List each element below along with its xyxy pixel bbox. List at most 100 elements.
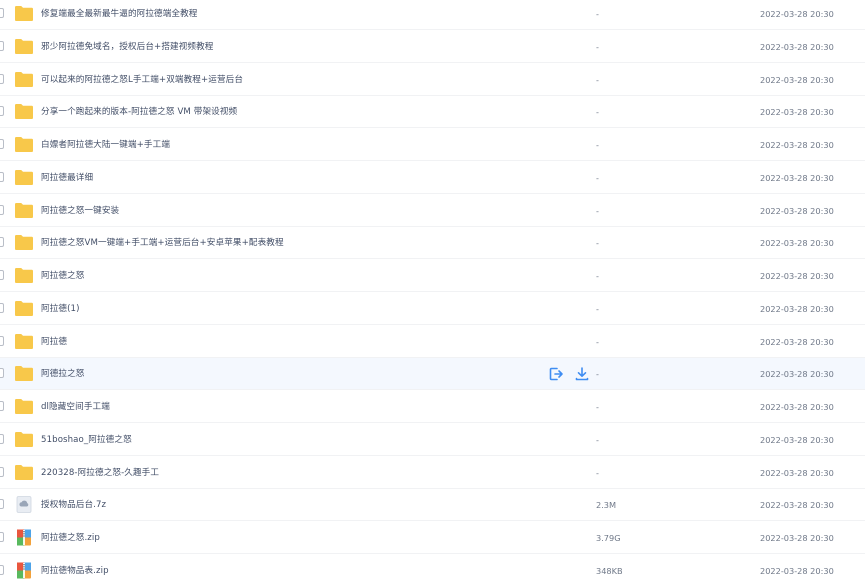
file-name[interactable]: 阿拉德(1) xyxy=(41,293,80,325)
folder-row[interactable]: 可以起来的阿拉德之怒L手工端+双端教程+运营后台 - 2022-03-28 20:3… xyxy=(0,64,865,96)
zip-archive-icon xyxy=(14,529,34,546)
row-actions xyxy=(548,366,590,382)
modified-date: 2022-03-28 20:30 xyxy=(760,533,834,543)
folder-row[interactable]: 阿德拉之怒 - 2022-03-28 20:30 xyxy=(0,358,865,391)
modified-date: 2022-03-28 20:30 xyxy=(760,41,834,52)
file-name[interactable]: 白嫖者阿拉德大陆一键端+手工端 xyxy=(41,129,170,161)
folder-icon xyxy=(14,365,34,382)
folder-row[interactable]: 修复端最全最新最牛逼的阿拉德端全教程 - 2022-03-28 20:30 xyxy=(0,0,865,30)
file-size: - xyxy=(596,140,599,150)
file-size: 2.3M xyxy=(596,500,617,511)
file-size: - xyxy=(596,9,599,19)
file-size: - xyxy=(596,74,599,85)
row-checkbox[interactable] xyxy=(0,433,4,444)
row-checkbox[interactable] xyxy=(0,171,4,182)
file-size: - xyxy=(596,41,599,52)
folder-icon xyxy=(14,333,34,350)
row-checkbox[interactable] xyxy=(0,237,4,248)
folder-icon xyxy=(14,202,34,219)
folder-row[interactable]: 阿拉德之怒VM一键端+手工端+运营后台+安卓苹果+配表教程 - 2022-03-28… xyxy=(0,227,865,260)
modified-date: 2022-03-28 20:30 xyxy=(760,172,834,183)
file-name[interactable]: 修复端最全最新最牛逼的阿拉德端全教程 xyxy=(41,0,198,30)
row-checkbox[interactable] xyxy=(0,40,4,51)
folder-row[interactable]: 邪少阿拉德免域名，授权后台+搭建视频教程 - 2022-03-28 20:30 xyxy=(0,31,865,63)
folder-row[interactable]: 阿拉德之怒一键安装 - 2022-03-28 20:30 xyxy=(0,195,865,227)
folder-icon xyxy=(14,38,34,55)
file-name[interactable]: 220328-阿拉德之怒-久趣手工 xyxy=(41,457,159,489)
7z-archive-icon xyxy=(14,496,34,514)
modified-date: 2022-03-28 20:30 xyxy=(760,271,834,281)
file-size: - xyxy=(596,238,599,249)
row-checkbox[interactable] xyxy=(0,466,4,477)
file-name[interactable]: 阿拉德 xyxy=(41,326,67,358)
file-name[interactable]: 阿拉德之怒VM一键端+手工端+运营后台+安卓苹果+配表教程 xyxy=(41,227,284,259)
folder-icon xyxy=(14,71,34,88)
file-row[interactable]: 阿拉德物品表.zip 348KB 2022-03-28 20:30 xyxy=(0,555,865,579)
modified-date: 2022-03-28 20:30 xyxy=(760,238,834,249)
file-size: - xyxy=(596,205,599,216)
download-icon[interactable] xyxy=(574,366,590,382)
folder-icon xyxy=(14,5,34,22)
file-name[interactable]: dl隐藏空间手工端 xyxy=(41,391,110,423)
folder-row[interactable]: 220328-阿拉德之怒-久趣手工 - 2022-03-28 20:30 xyxy=(0,457,865,489)
file-name[interactable]: 邪少阿拉德免域名，授权后台+搭建视频教程 xyxy=(41,31,213,63)
share-icon[interactable] xyxy=(548,366,564,382)
modified-date: 2022-03-28 20:30 xyxy=(760,140,834,150)
folder-icon xyxy=(14,169,34,186)
file-size: - xyxy=(596,303,599,314)
modified-date: 2022-03-28 20:30 xyxy=(760,369,834,380)
folder-icon xyxy=(14,398,34,415)
folder-row[interactable]: 阿拉德最详细 - 2022-03-28 20:30 xyxy=(0,162,865,194)
row-checkbox[interactable] xyxy=(0,204,4,215)
file-name[interactable]: 阿拉德之怒一键安装 xyxy=(41,195,119,227)
file-size: 348KB xyxy=(596,565,623,576)
file-size: - xyxy=(596,336,599,347)
file-name[interactable]: 阿拉德之怒.zip xyxy=(41,522,100,554)
file-size: - xyxy=(596,434,599,445)
row-checkbox[interactable] xyxy=(0,368,4,379)
folder-row[interactable]: 阿拉德(1) - 2022-03-28 20:30 xyxy=(0,293,865,325)
row-checkbox[interactable] xyxy=(0,401,4,411)
row-checkbox[interactable] xyxy=(0,270,4,280)
row-checkbox[interactable] xyxy=(0,302,4,313)
file-size: - xyxy=(596,402,599,412)
file-row[interactable]: 阿拉德之怒.zip 3.79G 2022-03-28 20:30 xyxy=(0,522,865,554)
file-size: - xyxy=(596,271,599,281)
file-list: 修复端最全最新最牛逼的阿拉德端全教程 -2022-03-28 20:30 邪少阿拉德… xyxy=(0,0,865,579)
modified-date: 2022-03-28 20:30 xyxy=(760,402,834,412)
folder-row[interactable]: 分享一个跑起来的版本-阿拉德之怒 VM 带架设视频 - 2022-03-28 20:… xyxy=(0,96,865,129)
row-checkbox[interactable] xyxy=(0,73,4,84)
folder-icon xyxy=(14,103,34,120)
row-checkbox[interactable] xyxy=(0,499,4,510)
folder-row[interactable]: dl隐藏空间手工端 - 2022-03-28 20:30 xyxy=(0,391,865,423)
file-size: 3.79G xyxy=(596,533,621,543)
file-row[interactable]: 授权物品后台.7z 2.3M 2022-03-28 20:30 xyxy=(0,489,865,522)
folder-icon xyxy=(14,464,34,481)
file-name[interactable]: 阿拉德最详细 xyxy=(41,162,93,194)
modified-date: 2022-03-28 20:30 xyxy=(760,434,834,445)
file-name[interactable]: 阿德拉之怒 xyxy=(41,358,84,390)
folder-row[interactable]: 阿拉德 - 2022-03-28 20:30 xyxy=(0,326,865,358)
row-checkbox[interactable] xyxy=(0,335,4,346)
file-size: - xyxy=(596,369,599,380)
folder-icon xyxy=(14,234,34,251)
file-name[interactable]: 授权物品后台.7z xyxy=(41,489,106,521)
file-name[interactable]: 分享一个跑起来的版本-阿拉德之怒 VM 带架设视频 xyxy=(41,96,237,128)
folder-icon xyxy=(14,431,34,448)
file-name[interactable]: 51boshao_阿拉德之怒 xyxy=(41,424,132,456)
folder-row[interactable]: 阿拉德之怒 - 2022-03-28 20:30 xyxy=(0,260,865,292)
folder-row[interactable]: 51boshao_阿拉德之怒 - 2022-03-28 20:30 xyxy=(0,424,865,456)
file-size: - xyxy=(596,172,599,183)
row-checkbox[interactable] xyxy=(0,139,4,149)
modified-date: 2022-03-28 20:30 xyxy=(760,9,834,19)
row-checkbox[interactable] xyxy=(0,106,4,117)
row-checkbox[interactable] xyxy=(0,532,4,542)
file-size: - xyxy=(596,467,599,478)
file-name[interactable]: 可以起来的阿拉德之怒L手工端+双端教程+运营后台 xyxy=(41,64,243,96)
folder-icon xyxy=(14,300,34,317)
row-checkbox[interactable] xyxy=(0,564,4,575)
file-name[interactable]: 阿拉德物品表.zip xyxy=(41,555,109,579)
folder-row[interactable]: 白嫖者阿拉德大陆一键端+手工端 - 2022-03-28 20:30 xyxy=(0,129,865,161)
file-name[interactable]: 阿拉德之怒 xyxy=(41,260,84,292)
row-checkbox[interactable] xyxy=(0,8,4,18)
